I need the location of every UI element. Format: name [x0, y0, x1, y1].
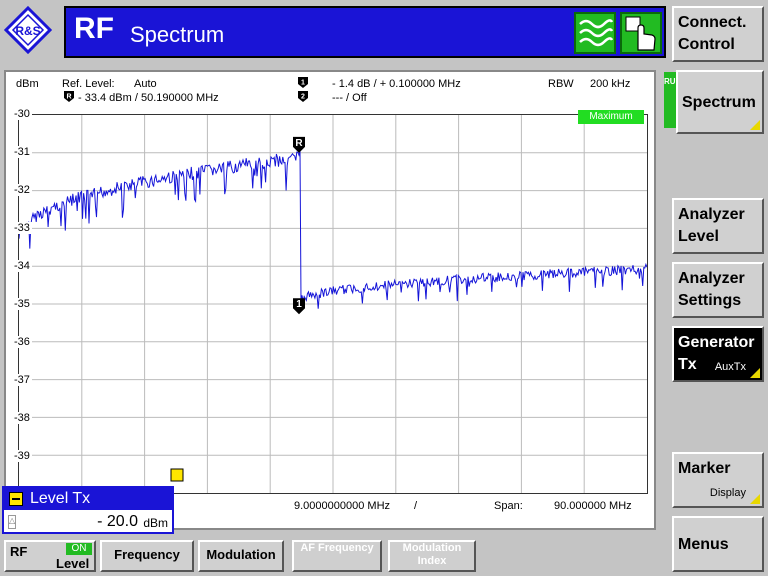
unit-label: dBm [16, 78, 39, 90]
rf-level-label: Level [56, 556, 90, 571]
frequency-button[interactable]: Frequency [100, 540, 194, 572]
m2-readout: --- / Off [332, 92, 367, 104]
spectrum-plot[interactable]: R1 [18, 114, 648, 494]
corner-triangle-icon [750, 120, 760, 130]
marker-button[interactable]: Marker Display [672, 452, 764, 508]
trace-mode-badge: Maximum [578, 110, 644, 124]
svg-text:2: 2 [301, 94, 305, 101]
marker-label: Marker [678, 460, 731, 477]
modulation-index-button: Modulation Index [388, 540, 476, 572]
trigger-icon [170, 468, 184, 482]
rbw-value: 200 kHz [590, 78, 631, 90]
corner-triangle-icon [750, 494, 760, 504]
generator-tx-button[interactable]: Generator Tx AuxTx [672, 326, 764, 382]
y-tick-label: -33 [14, 222, 32, 234]
remote-hand-icon[interactable] [620, 12, 662, 54]
y-tick-label: -39 [14, 450, 32, 462]
span-label: Span: [494, 500, 523, 512]
span-value: 90.000000 MHz [554, 500, 632, 512]
y-tick-label: -31 [14, 146, 32, 158]
m1-readout: - 1.4 dB / + 0.100000 MHz [332, 78, 461, 90]
level-tx-field[interactable]: Level Tx △ - 20.0 dBm [2, 486, 174, 534]
edit-marker-icon: △ [8, 515, 16, 529]
af-frequency-button: AF Frequency [292, 540, 382, 572]
svg-text:R: R [295, 138, 303, 149]
ref-level-label: Ref. Level: [62, 78, 115, 90]
r-marker-readout: - 33.4 dBm / 50.190000 MHz [78, 92, 219, 104]
y-tick-label: -30 [14, 108, 32, 120]
spectrum-panel: dBm Ref. Level: Auto R - 33.4 dBm / 50.1… [4, 70, 656, 530]
rs-logo: R&S [3, 5, 53, 55]
y-tick-label: -37 [14, 374, 32, 386]
level-tx-header: Level Tx [4, 488, 172, 510]
y-tick-label: -35 [14, 298, 32, 310]
svg-text:1: 1 [296, 299, 302, 310]
level-tx-value[interactable]: - 20.0 [97, 513, 138, 531]
generator-sub-label: AuxTx [714, 361, 746, 373]
marker-sub-label: Display [709, 487, 746, 499]
level-tx-unit: dBm [143, 516, 168, 530]
run-indicator: RUN [664, 72, 681, 128]
analyzer-level-button[interactable]: Analyzer Level [672, 198, 764, 254]
title-prefix: RF [74, 12, 114, 45]
marker-1: 1 [293, 298, 305, 315]
menus-button[interactable]: Menus [672, 516, 764, 572]
title-bar: RF Spectrum [64, 6, 666, 58]
center-frequency: 9.0000000000 MHz [294, 500, 391, 512]
rf-label: RF [10, 544, 28, 559]
reference-marker: R [293, 136, 305, 153]
generator-label: Generator [678, 334, 755, 351]
center-suffix: / [414, 500, 418, 512]
r-marker-icon: R [64, 91, 74, 105]
spectrum-graph: R1 [18, 115, 648, 493]
spectrum-button[interactable]: Spectrum [676, 70, 764, 134]
m2-marker-icon: 2 [298, 91, 308, 105]
ref-level-value: Auto [134, 78, 157, 90]
rf-on-badge: ON [66, 543, 92, 555]
y-tick-label: -36 [14, 336, 32, 348]
level-icon [9, 492, 23, 506]
corner-triangle-icon [750, 368, 760, 378]
y-tick-label: -32 [14, 184, 32, 196]
m1-marker-icon: 1 [298, 77, 308, 91]
y-tick-label: -38 [14, 412, 32, 424]
rbw-label: RBW [548, 78, 574, 90]
spectrum-label: Spectrum [682, 94, 756, 111]
connect-control-button[interactable]: Connect. Control [672, 6, 764, 62]
y-tick-label: -34 [14, 260, 32, 272]
modulation-button[interactable]: Modulation [198, 540, 284, 572]
level-tx-title: Level Tx [30, 490, 91, 507]
analyzer-settings-button[interactable]: Analyzer Settings [672, 262, 764, 318]
rf-level-button[interactable]: RF ON Level [4, 540, 96, 572]
svg-text:1: 1 [301, 80, 305, 87]
page-title: Spectrum [130, 22, 225, 47]
svg-text:R: R [66, 94, 71, 101]
signal-wave-icon[interactable] [574, 12, 616, 54]
logo-text: R&S [15, 24, 40, 38]
